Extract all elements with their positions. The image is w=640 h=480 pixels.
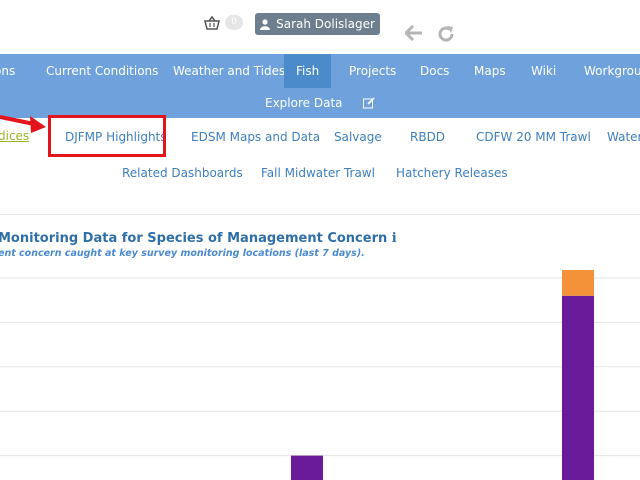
chart-bar[interactable]	[562, 295, 594, 480]
chart-bar[interactable]	[562, 270, 594, 296]
subtab-related-dashboards[interactable]: Related Dashboards	[122, 166, 243, 180]
nav-item-docs[interactable]: Docs	[420, 54, 449, 88]
subtab-rbdd[interactable]: RBDD	[410, 130, 445, 144]
subtab-water[interactable]: Water	[607, 130, 640, 144]
subtab-cdfw-20mm-trawl[interactable]: CDFW 20 MM Trawl	[476, 130, 591, 144]
annotation-highlight-box	[48, 115, 166, 157]
subtab-edsm-maps-and-data[interactable]: EDSM Maps and Data	[191, 130, 320, 144]
subtab-fall-midwater-trawl[interactable]: Fall Midwater Trawl	[261, 166, 375, 180]
species-chart	[0, 270, 640, 480]
user-icon	[260, 18, 271, 30]
basket-icon	[204, 15, 220, 30]
refresh-icon[interactable]	[437, 25, 455, 43]
explore-data-link[interactable]: Explore Data	[265, 88, 343, 118]
nav-item-ons[interactable]: ons	[0, 54, 15, 88]
back-arrow-icon[interactable]	[405, 25, 423, 41]
panel-title: Monitoring Data for Species of Managemen…	[0, 231, 397, 246]
annotation-arrow	[0, 115, 46, 133]
cart-count-badge: 0	[225, 15, 243, 30]
nav-item-fish[interactable]: Fish	[284, 54, 332, 88]
cart-button[interactable]: 0	[204, 15, 243, 30]
nav-item-projects[interactable]: Projects	[349, 54, 396, 88]
info-icon[interactable]: i	[392, 231, 397, 246]
nav-item-maps[interactable]: Maps	[474, 54, 506, 88]
main-navigation: ons Current Conditions Weather and Tides…	[0, 54, 640, 118]
nav-item-wiki[interactable]: Wiki	[531, 54, 556, 88]
nav-item-weather-and-tides[interactable]: Weather and Tides	[173, 54, 285, 88]
chart-bar[interactable]	[291, 455, 323, 480]
panel-title-text: Monitoring Data for Species of Managemen…	[0, 231, 388, 246]
nav-item-workgroup[interactable]: Workgroup	[584, 54, 640, 88]
explore-data-row: Explore Data	[0, 88, 640, 118]
nav-item-current-conditions[interactable]: Current Conditions	[46, 54, 158, 88]
user-menu-button[interactable]: Sarah Dolislager	[255, 13, 380, 35]
subtab-salvage[interactable]: Salvage	[334, 130, 382, 144]
top-bar: 0 Sarah Dolislager	[0, 0, 640, 54]
panel-subtitle: ent concern caught at key survey monitor…	[0, 248, 365, 259]
edit-icon[interactable]	[363, 97, 375, 109]
section-divider	[0, 214, 640, 215]
subtab-hatchery-releases[interactable]: Hatchery Releases	[396, 166, 508, 180]
user-name: Sarah Dolislager	[276, 17, 375, 31]
